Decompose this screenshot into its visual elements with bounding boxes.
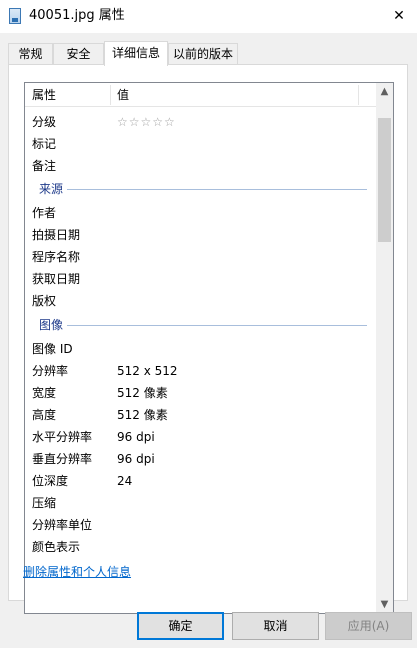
- list-item[interactable]: 拍摄日期: [25, 224, 377, 246]
- close-icon: ✕: [393, 8, 405, 24]
- tab-details[interactable]: 详细信息: [104, 41, 168, 66]
- list-item[interactable]: 作者: [25, 202, 377, 224]
- group-title: 来源: [39, 178, 68, 200]
- header-property[interactable]: 属性: [32, 83, 56, 107]
- rating-stars[interactable]: ☆☆☆☆☆: [117, 111, 176, 133]
- list-item[interactable]: 分辨率 512 x 512: [25, 360, 377, 382]
- vertical-scrollbar[interactable]: ▲ ▼: [376, 83, 393, 613]
- scroll-up-button[interactable]: ▲: [376, 83, 393, 100]
- list-item[interactable]: 图像 ID: [25, 338, 377, 360]
- property-label: 标记: [32, 137, 57, 151]
- property-value: 512 像素: [117, 386, 168, 400]
- tab-strip: 常规 安全 详细信息 以前的版本: [8, 41, 408, 66]
- property-label: 垂直分辨率: [32, 452, 93, 466]
- list-item[interactable]: 压缩: [25, 492, 377, 514]
- property-label: 版权: [32, 294, 57, 308]
- property-label: 分辨率: [32, 364, 69, 378]
- group-divider: [39, 189, 367, 190]
- header-divider[interactable]: [358, 85, 359, 105]
- list-item[interactable]: 水平分辨率 96 dpi: [25, 426, 377, 448]
- image-file-icon: [9, 8, 21, 24]
- list-item[interactable]: 分辨率单位: [25, 514, 377, 536]
- group-title: 图像: [39, 314, 68, 336]
- property-label: 宽度: [32, 386, 57, 400]
- property-label: 压缩: [32, 496, 57, 510]
- property-label: 获取日期: [32, 272, 81, 286]
- scrollbar-thumb[interactable]: [378, 118, 391, 242]
- property-label: 备注: [32, 159, 57, 173]
- tab-previous-versions[interactable]: 以前的版本: [168, 43, 238, 65]
- property-label: 拍摄日期: [32, 228, 81, 242]
- property-label: 程序名称: [32, 250, 81, 264]
- list-item[interactable]: 获取日期: [25, 268, 377, 290]
- scroll-down-button[interactable]: ▼: [376, 596, 393, 613]
- tab-security[interactable]: 安全: [53, 43, 104, 65]
- property-label: 分级: [32, 115, 57, 129]
- list-item[interactable]: 垂直分辨率 96 dpi: [25, 448, 377, 470]
- property-value: 96 dpi: [117, 452, 155, 466]
- property-label: 分辨率单位: [32, 518, 93, 532]
- list-item[interactable]: 备注: [25, 155, 377, 177]
- property-label: 颜色表示: [32, 540, 81, 554]
- list-item[interactable]: 分级 ☆☆☆☆☆: [25, 111, 377, 133]
- property-value: 24: [117, 474, 133, 488]
- list-item[interactable]: 颜色表示: [25, 536, 377, 558]
- property-value: 512 像素: [117, 408, 168, 422]
- tab-general[interactable]: 常规: [8, 43, 53, 65]
- remove-properties-link[interactable]: 删除属性和个人信息: [23, 564, 131, 580]
- close-button[interactable]: ✕: [391, 8, 407, 24]
- details-panel: 属性 值 分级 ☆☆☆☆☆ 标记 备注 来源 作者 拍摄日期 程序名称 获取日期…: [8, 64, 408, 614]
- property-label: 作者: [32, 206, 57, 220]
- list-item[interactable]: 程序名称: [25, 246, 377, 268]
- group-source: 来源: [25, 178, 377, 200]
- list-header: 属性 值: [25, 83, 377, 107]
- cancel-button[interactable]: 取消: [232, 612, 319, 640]
- property-value: 96 dpi: [117, 430, 155, 444]
- property-label: 图像 ID: [32, 342, 73, 356]
- property-value: 512 x 512: [117, 364, 178, 378]
- window-title: 40051.jpg 属性: [29, 8, 125, 23]
- property-label: 水平分辨率: [32, 430, 93, 444]
- group-image: 图像: [25, 314, 377, 336]
- title-bar: 40051.jpg 属性 ✕: [0, 0, 417, 33]
- ok-button[interactable]: 确定: [137, 612, 224, 640]
- property-label: 位深度: [32, 474, 69, 488]
- property-list[interactable]: 属性 值 分级 ☆☆☆☆☆ 标记 备注 来源 作者 拍摄日期 程序名称 获取日期…: [24, 82, 394, 614]
- list-item[interactable]: 宽度 512 像素: [25, 382, 377, 404]
- property-label: 高度: [32, 408, 57, 422]
- chevron-up-icon: ▲: [380, 86, 389, 97]
- list-item[interactable]: 位深度 24: [25, 470, 377, 492]
- list-item[interactable]: 版权: [25, 290, 377, 312]
- property-list-viewport: 属性 值 分级 ☆☆☆☆☆ 标记 备注 来源 作者 拍摄日期 程序名称 获取日期…: [25, 83, 377, 613]
- list-item[interactable]: 标记: [25, 133, 377, 155]
- group-divider: [39, 325, 367, 326]
- header-divider[interactable]: [110, 85, 111, 105]
- apply-button[interactable]: 应用(A): [325, 612, 412, 640]
- header-value[interactable]: 值: [117, 83, 129, 107]
- chevron-down-icon: ▼: [380, 599, 389, 610]
- list-item[interactable]: 高度 512 像素: [25, 404, 377, 426]
